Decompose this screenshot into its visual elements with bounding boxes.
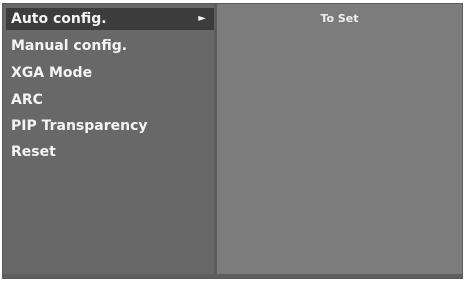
- menu-item-label: ARC: [11, 92, 43, 108]
- detail-panel: To Set: [217, 4, 462, 278]
- menu-item-auto-config[interactable]: Auto config. ►: [6, 8, 214, 30]
- menu-item-label: Reset: [11, 144, 56, 160]
- menu-item-label: PIP Transparency: [11, 118, 148, 134]
- bottom-border: [3, 274, 462, 278]
- menu-item-pip-transparency[interactable]: PIP Transparency: [6, 115, 214, 137]
- menu-item-xga-mode[interactable]: XGA Mode: [6, 62, 214, 84]
- menu-item-label: XGA Mode: [11, 65, 93, 81]
- menu-item-manual-config[interactable]: Manual config.: [6, 35, 214, 57]
- menu-list: Auto config. ► Manual config. XGA Mode A…: [3, 4, 217, 276]
- menu-item-label: Manual config.: [11, 38, 128, 54]
- osd-menu-window: Auto config. ► Manual config. XGA Mode A…: [2, 3, 463, 279]
- right-triangle-icon: ►: [198, 13, 206, 24]
- menu-item-label: Auto config.: [11, 11, 107, 27]
- detail-header: To Set: [320, 12, 359, 25]
- menu-item-reset[interactable]: Reset: [6, 141, 214, 163]
- menu-item-arc[interactable]: ARC: [6, 89, 214, 111]
